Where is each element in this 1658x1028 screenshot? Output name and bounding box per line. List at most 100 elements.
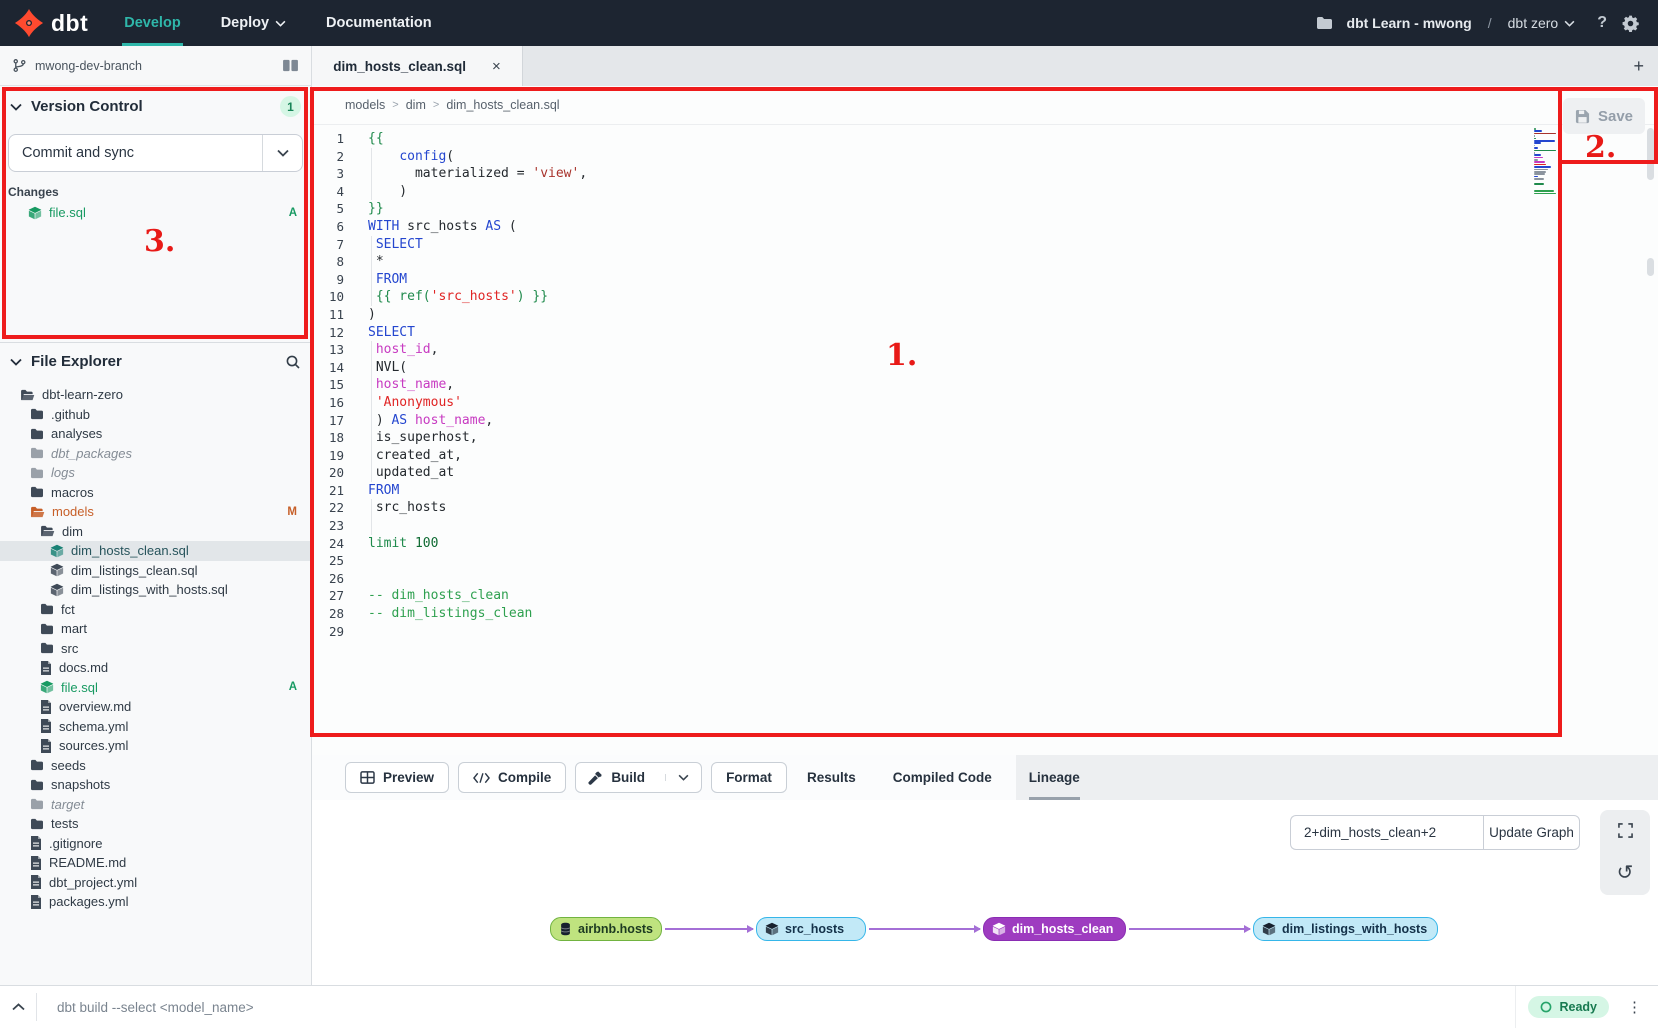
nav-item-develop[interactable]: Develop <box>122 0 182 46</box>
tree-item--github[interactable]: .github <box>0 405 311 425</box>
tree-item-analyses[interactable]: analyses <box>0 424 311 444</box>
update-graph-button[interactable]: Update Graph <box>1483 815 1580 850</box>
model-icon <box>765 922 779 936</box>
nav-item-deploy[interactable]: Deploy <box>219 0 288 46</box>
tree-item-readme-md[interactable]: README.md <box>0 853 311 873</box>
breadcrumb-item[interactable]: dim <box>406 98 426 112</box>
tree-item-overview-md[interactable]: overview.md <box>0 697 311 717</box>
chevron-down-icon[interactable] <box>10 103 22 111</box>
nav-item-label: Documentation <box>326 15 432 31</box>
button-main[interactable]: Build <box>576 770 657 785</box>
chevron-down-icon[interactable] <box>10 358 22 366</box>
chevron-down-icon[interactable] <box>665 774 701 781</box>
file-icon <box>30 895 42 909</box>
kebab-menu-icon[interactable]: ⋮ <box>1627 998 1642 1016</box>
graph-tools: ↺ <box>1600 810 1650 895</box>
tree-item-logs[interactable]: logs <box>0 463 311 483</box>
folder-icon <box>30 408 44 420</box>
project-folder-icon <box>1316 16 1333 30</box>
tab-dim-hosts-clean[interactable]: dim_hosts_clean.sql × <box>312 46 523 86</box>
dbt-logo-icon <box>14 8 44 38</box>
environment-selector[interactable]: dbt zero <box>1508 15 1576 31</box>
chevron-down-icon[interactable] <box>262 135 302 171</box>
folder-icon <box>30 818 44 830</box>
chevron-up-icon[interactable] <box>0 1003 36 1011</box>
lineage-node-dim_listings_with_hosts[interactable]: dim_listings_with_hosts <box>1253 917 1438 941</box>
split-view-icon[interactable] <box>282 59 299 72</box>
tree-item-mart[interactable]: mart <box>0 619 311 639</box>
format-button[interactable]: Format <box>711 762 787 793</box>
model-icon <box>50 544 64 558</box>
dbt-logo[interactable]: dbt <box>14 8 88 38</box>
tree-item-target[interactable]: target <box>0 795 311 815</box>
gear-icon[interactable] <box>1621 14 1640 33</box>
nav-item-documentation[interactable]: Documentation <box>324 0 434 46</box>
tree-item-label: analyses <box>51 426 102 441</box>
commit-and-sync-button[interactable]: Commit and sync <box>8 134 303 172</box>
tree-item-dbt-learn-zero[interactable]: dbt-learn-zero <box>0 385 311 405</box>
lineage-selector-input[interactable] <box>1290 815 1483 850</box>
tree-item-fct[interactable]: fct <box>0 600 311 620</box>
tree-item-macros[interactable]: macros <box>0 483 311 503</box>
preview-button[interactable]: Preview <box>345 762 449 793</box>
tree-item-packages-yml[interactable]: packages.yml <box>0 892 311 912</box>
folder-icon <box>30 798 44 810</box>
search-icon[interactable] <box>285 354 301 370</box>
folder-icon <box>30 428 44 440</box>
tree-item-label: dbt-learn-zero <box>42 387 123 402</box>
tree-item-file-sql[interactable]: file.sqlA <box>0 678 311 698</box>
new-tab-plus-icon[interactable]: + <box>1633 46 1644 86</box>
tree-item-dbt-packages[interactable]: dbt_packages <box>0 444 311 464</box>
tree-item-models[interactable]: modelsM <box>0 502 311 522</box>
fullscreen-icon[interactable] <box>1618 823 1633 838</box>
folder-icon <box>40 603 54 615</box>
code-line: 25 <box>312 552 1658 570</box>
tree-item-dim-listings-with-hosts-sql[interactable]: dim_listings_with_hosts.sql <box>0 580 311 600</box>
scrollbar-thumb[interactable] <box>1647 128 1654 180</box>
tree-item-sources-yml[interactable]: sources.yml <box>0 736 311 756</box>
scrollbar-thumb[interactable] <box>1647 258 1654 276</box>
tree-item-schema-yml[interactable]: schema.yml <box>0 717 311 737</box>
project-name[interactable]: dbt Learn - mwong <box>1347 15 1472 31</box>
tree-item-dim-listings-clean-sql[interactable]: dim_listings_clean.sql <box>0 561 311 581</box>
tree-item-src[interactable]: src <box>0 639 311 659</box>
tree-item-snapshots[interactable]: snapshots <box>0 775 311 795</box>
tree-item-dbt-project-yml[interactable]: dbt_project.yml <box>0 873 311 893</box>
tree-item-seeds[interactable]: seeds <box>0 756 311 776</box>
reset-view-icon[interactable]: ↺ <box>1617 863 1634 883</box>
close-icon[interactable]: × <box>492 58 501 75</box>
tree-item-docs-md[interactable]: docs.md <box>0 658 311 678</box>
folder-icon <box>30 486 44 498</box>
code-icon <box>473 772 490 784</box>
breadcrumb-item[interactable]: models <box>345 98 385 112</box>
code-area[interactable]: 1{{2 config(3 materialized = 'view',4 )5… <box>312 125 1658 640</box>
tree-item-dim[interactable]: dim <box>0 522 311 542</box>
command-input[interactable] <box>37 1000 1515 1015</box>
lineage-node-airbnb-hosts[interactable]: airbnb.hosts <box>550 917 662 941</box>
lineage-node-src_hosts[interactable]: src_hosts <box>756 917 866 941</box>
minimap[interactable] <box>1534 128 1556 197</box>
tree-item-label: models <box>52 504 94 519</box>
lineage-node-dim_hosts_clean[interactable]: dim_hosts_clean <box>983 917 1126 941</box>
help-icon[interactable]: ? <box>1597 14 1607 32</box>
code-line-content: {{ ref('src_hosts') }} <box>356 288 1658 306</box>
code-line: 7 SELECT <box>312 236 1658 254</box>
file-icon <box>30 856 42 870</box>
tab-lineage[interactable]: Lineage <box>1029 755 1080 800</box>
changed-file-row[interactable]: file.sqlA <box>0 203 311 222</box>
tree-item-tests[interactable]: tests <box>0 814 311 834</box>
breadcrumb-item[interactable]: dim_hosts_clean.sql <box>446 98 559 112</box>
line-number: 10 <box>312 288 356 306</box>
folder-open-icon <box>20 389 35 401</box>
table-icon <box>360 771 375 784</box>
tree-item--gitignore[interactable]: .gitignore <box>0 834 311 854</box>
tab-compiled-code[interactable]: Compiled Code <box>893 755 992 800</box>
project-separator: / <box>1488 15 1492 31</box>
tree-item-dim-hosts-clean-sql[interactable]: dim_hosts_clean.sql <box>0 541 311 561</box>
branch-name[interactable]: mwong-dev-branch <box>35 59 274 73</box>
hammer-icon <box>588 771 603 785</box>
compile-button[interactable]: Compile <box>458 762 566 793</box>
tree-item-label: dim_hosts_clean.sql <box>71 543 189 558</box>
tab-results[interactable]: Results <box>807 755 856 800</box>
build-button[interactable]: Build <box>575 762 702 793</box>
